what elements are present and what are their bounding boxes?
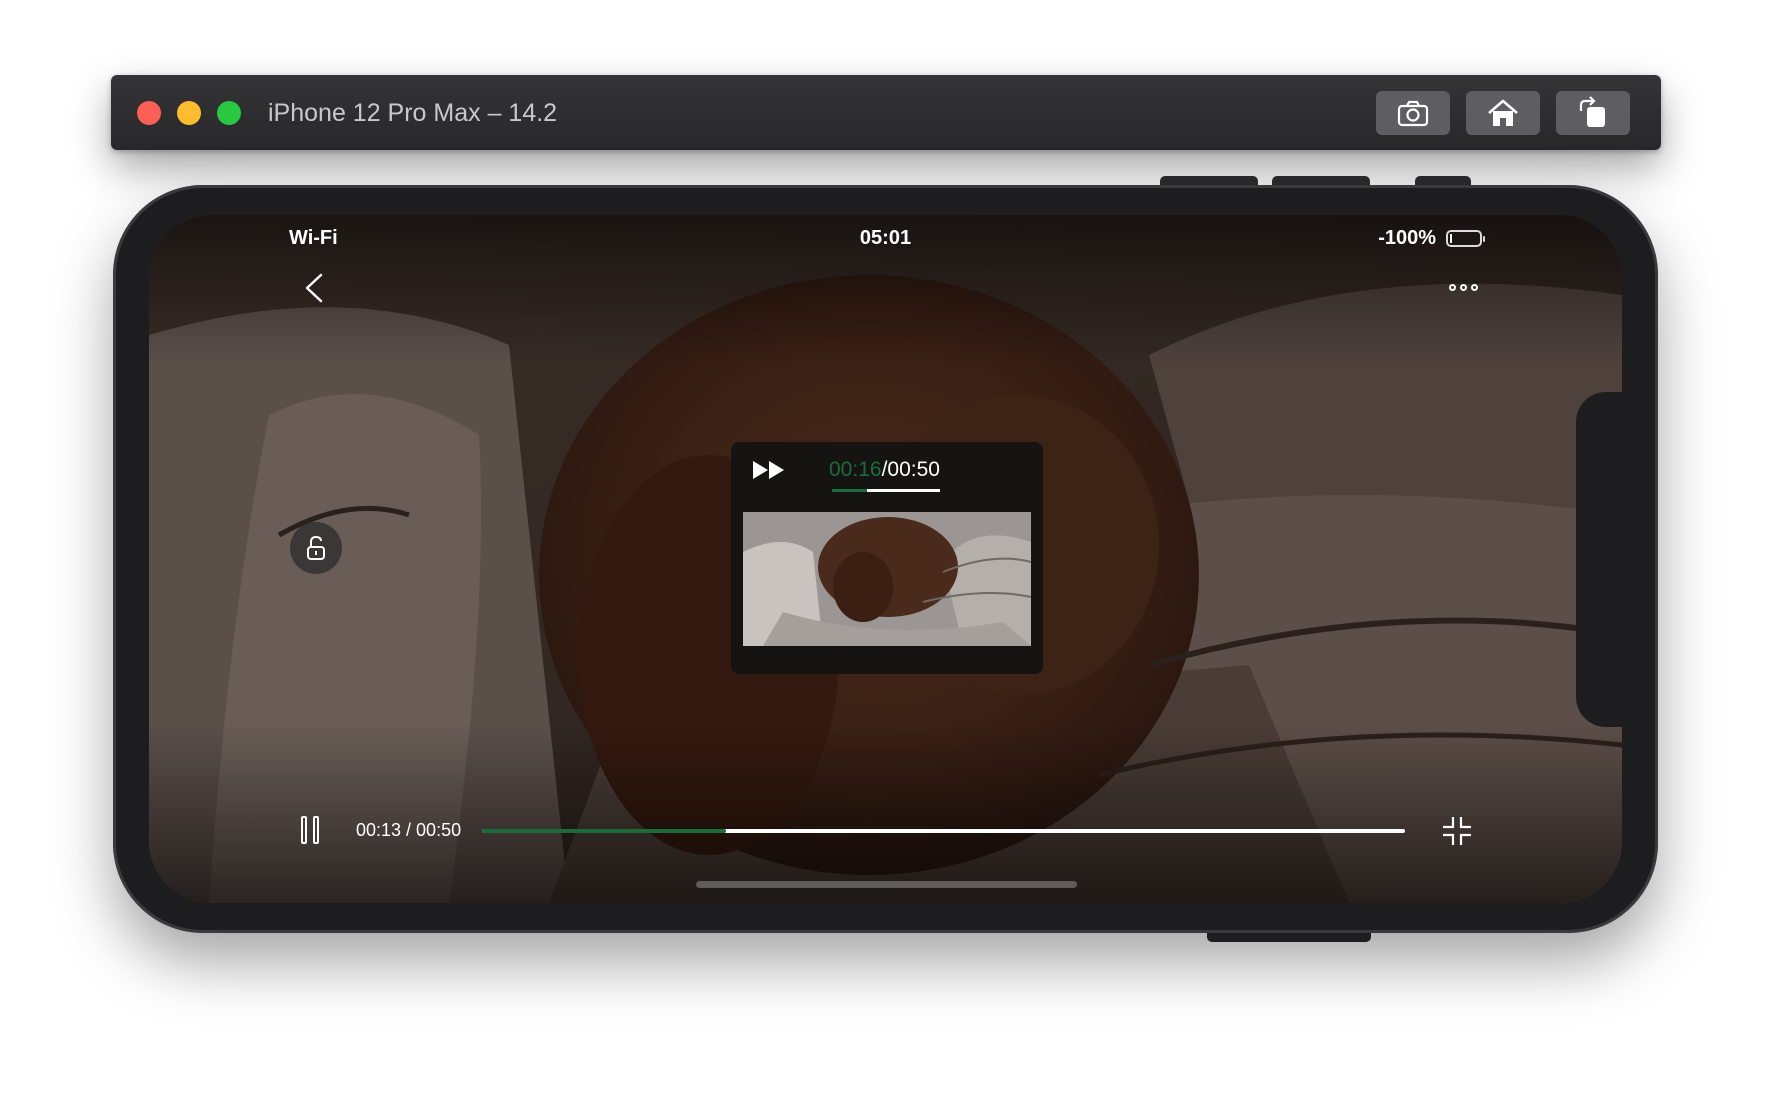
more-dot	[1471, 283, 1478, 291]
preview-total-time: /00:50	[881, 458, 940, 481]
screen-lock-button[interactable]	[290, 522, 342, 574]
preview-progress-fill	[832, 489, 867, 492]
playback-time: 00:13 / 00:50	[356, 820, 462, 840]
unlock-icon	[307, 535, 325, 560]
simulator-stage: iPhone 12 Pro Max – 14.2 Wi-Fi 05:01 -10…	[0, 0, 1774, 1098]
battery-percentage: -100%	[1378, 227, 1436, 249]
device-screen: Wi-Fi 05:01 -100% 00:16/00:50 00:13 / 00…	[149, 215, 1622, 903]
iphone-body: Wi-Fi 05:01 -100% 00:16/00:50 00:13 / 00…	[113, 185, 1658, 933]
more-dot	[1460, 283, 1467, 291]
pause-icon	[313, 816, 319, 844]
battery-icon	[1446, 230, 1485, 247]
preview-current-time: 00:16	[829, 458, 882, 481]
exit-fullscreen-icon[interactable]	[1441, 815, 1473, 847]
preview-progress-bar	[832, 489, 940, 492]
device-frame: Wi-Fi 05:01 -100% 00:16/00:50 00:13 / 00…	[0, 0, 1774, 1098]
seek-bar-played	[482, 829, 726, 833]
preview-thumbnail	[743, 512, 1031, 646]
home-indicator[interactable]	[696, 881, 1077, 888]
back-chevron-icon[interactable]	[299, 271, 329, 305]
seek-bar[interactable]	[482, 829, 1405, 833]
sensor-notch	[1576, 392, 1628, 727]
pause-button[interactable]	[301, 816, 325, 846]
pause-icon	[301, 816, 307, 844]
seek-preview-popup: 00:16/00:50	[731, 442, 1043, 674]
more-dot	[1449, 283, 1456, 291]
preview-time: 00:16/00:50	[829, 458, 940, 482]
bottom-gradient	[149, 723, 1622, 903]
fast-forward-icon	[753, 461, 784, 479]
more-icon[interactable]	[1449, 275, 1487, 299]
status-battery: -100%	[1378, 227, 1485, 250]
